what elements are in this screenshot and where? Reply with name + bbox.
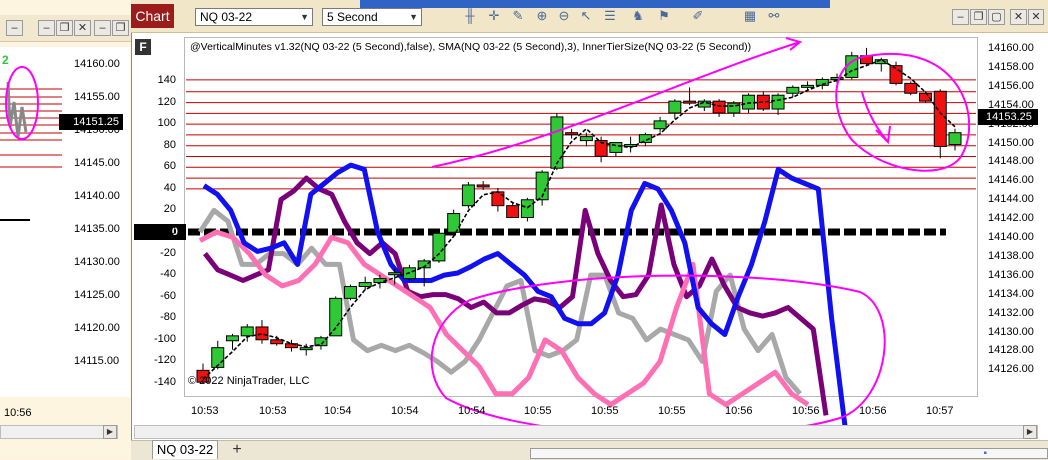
time-axis-label: 10:53 [191,405,219,417]
up-candle [579,136,593,142]
down-candle [933,90,947,147]
up-candle [432,232,446,262]
indicator-axis-label: -80 [160,311,176,324]
price-axis-label: 14142.00 [988,212,1034,225]
price-axis-label: 14138.00 [988,249,1034,262]
order-entry-window[interactable]: ▪ [530,448,1048,459]
time-axis-label: 10:56 [792,405,820,417]
up-candle [786,86,800,94]
indicator-axis-label: -20 [160,246,176,259]
down-candle [683,100,697,104]
time-axis-label: 10:53 [259,405,287,417]
price-axis-label: 14126.00 [988,363,1034,376]
time-axis-label: 10:54 [458,405,486,417]
price-axis-label: 14130.00 [988,325,1034,338]
up-candle [461,184,475,207]
price-axis-label: 14134.00 [988,287,1034,300]
annotations [430,37,971,437]
time-axis-label: 10:55 [524,405,552,417]
indicator-axis-label: -60 [160,289,176,302]
gray-indicator-line [197,207,802,396]
window-icon: ▪ [983,448,987,459]
up-candle [668,100,682,114]
down-candle [904,82,918,94]
up-candle [520,199,534,218]
time-axis-label: 10:55 [591,405,619,417]
down-candle [255,326,269,341]
up-candle [358,282,372,288]
up-candle [299,347,313,351]
down-candle [491,191,505,207]
price-axis-label: 14144.00 [988,193,1034,206]
price-axis-label: 14140.00 [988,231,1034,243]
up-candle [653,120,667,130]
down-candle [476,184,490,188]
time-axis-label: 10:57 [926,405,954,417]
indicator-axis-label: 40 [163,181,176,194]
up-candle [343,286,357,299]
up-candle [948,132,962,146]
price-axis-label: 14154.00 [988,98,1034,111]
price-axis-label: 14128.00 [988,344,1034,357]
price-axis-label: 14158.00 [988,60,1034,73]
indicator-axis-label: 140 [157,74,176,86]
horizontal-scrollbar[interactable]: ▶ [134,425,1038,439]
up-candle [609,142,623,153]
up-candle [447,213,461,233]
price-axis-label: 14156.00 [988,79,1034,92]
down-candle [565,132,579,136]
up-candle [771,94,785,110]
indicator-axis-label: 80 [163,138,176,151]
indicator-axis-label: 100 [157,117,176,130]
price-axis-label: 14150.00 [988,136,1034,149]
up-candle [388,272,402,276]
down-candle [506,205,520,219]
indicator-axis-label: 120 [157,95,176,108]
study-title: @VerticalMinutes v1.32(NQ 03-22 (5 Secon… [190,41,752,53]
time-axis-label: 10:54 [391,405,419,417]
time-axis-label: 10:56 [725,405,753,417]
up-candle [742,94,756,110]
price-axis-label: 14136.00 [988,268,1034,281]
price-axis-label: 14146.00 [988,174,1034,187]
time-axis-label: 10:54 [324,405,352,417]
price-axis-label: 14148.00 [988,155,1034,168]
tab-instrument[interactable]: NQ 03-22 [152,440,218,459]
add-tab-icon[interactable]: + [226,441,248,458]
indicator-axis-label: -40 [160,268,176,281]
indicator-axis-label: 20 [163,203,176,216]
up-candle [329,297,343,337]
down-candle [270,339,284,345]
price-axis-label: 14160.00 [988,42,1034,54]
indicator-axis-label: -140 [153,376,176,388]
up-candle [225,335,239,342]
time-axis-label: 10:55 [658,405,686,417]
scroll-right-icon[interactable]: ▶ [1023,425,1037,439]
price-axis-label: 14132.00 [988,306,1034,319]
up-candle [697,100,711,108]
indicator-axis-label: -120 [153,354,176,367]
up-candle [240,326,254,337]
copyright: © 2022 NinjaTrader, LLC [188,375,310,387]
indicator-axis-label: 60 [163,160,176,173]
up-candle [801,84,815,88]
price-axis-label: 14152.00 [988,117,1034,130]
time-axis-label: 10:56 [859,405,887,417]
down-candle [712,100,726,114]
up-candle [550,116,564,169]
indicator-axis-label: -100 [153,332,176,345]
indicator-axis-label: 0 [169,225,176,237]
